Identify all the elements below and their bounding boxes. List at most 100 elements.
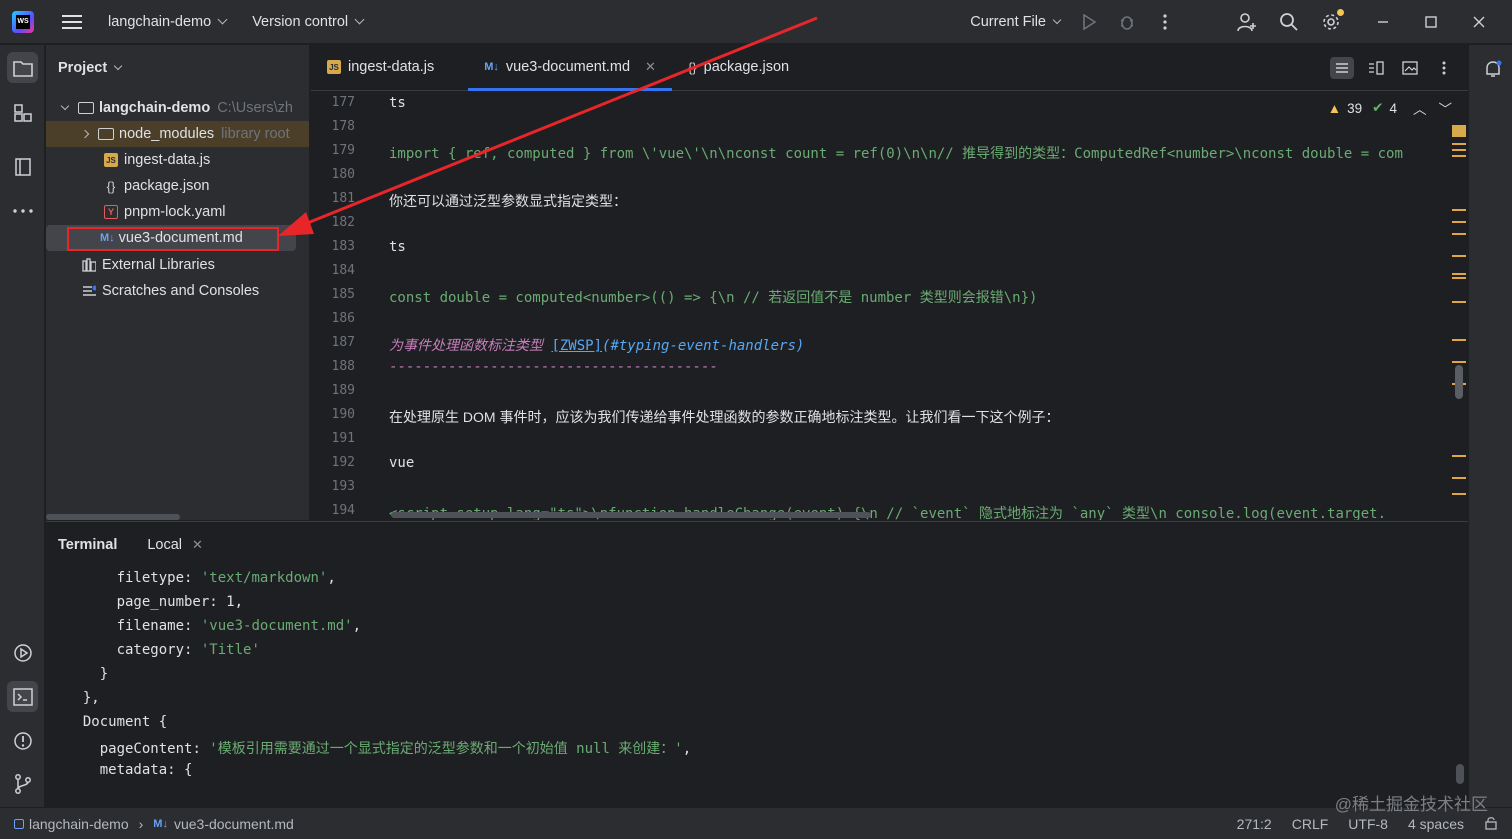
project-panel: Project langchain-demo C:\Users\zh node_…: [46, 45, 310, 520]
file-encoding[interactable]: UTF-8: [1348, 816, 1388, 832]
left-tool-strip: [0, 45, 45, 807]
services-icon[interactable]: [7, 637, 38, 668]
run-config-dropdown[interactable]: Current File: [970, 14, 1062, 30]
scroll-thumb[interactable]: [1455, 365, 1463, 399]
terminal-tab-local[interactable]: Local ✕: [147, 537, 203, 553]
webstorm-logo-icon: [12, 10, 34, 33]
tree-item-ingest-data[interactable]: JS ingest-data.js: [46, 147, 309, 173]
code-text: 在处理原生 DOM 事件时，应该为我们传递给事件处理函数的参数正确地标注类型。让…: [389, 409, 1060, 425]
minimize-icon[interactable]: [1372, 11, 1394, 33]
line-separator[interactable]: CRLF: [1292, 816, 1329, 832]
breadcrumb-separator-icon: ›: [138, 815, 144, 832]
terminal-panel: Terminal Local ✕ filetype: 'text/markdow…: [46, 521, 1468, 807]
structure-icon[interactable]: [7, 97, 38, 128]
project-folder-icon[interactable]: [7, 52, 38, 83]
tree-item-node-modules[interactable]: node_modules library root: [46, 121, 309, 147]
more-vertical-icon[interactable]: [1432, 57, 1456, 79]
stripe-marker: [1452, 209, 1466, 211]
code-content[interactable]: ts import { ref, computed } from \'vue\'…: [389, 91, 1449, 520]
close-tab-icon[interactable]: ✕: [192, 537, 203, 553]
line-number: 194: [331, 503, 355, 518]
folder-icon: [98, 128, 114, 140]
terminal-scroll-thumb[interactable]: [1456, 764, 1464, 784]
project-panel-header[interactable]: Project: [46, 45, 309, 91]
more-tools-icon[interactable]: [7, 195, 38, 226]
line-number: 179: [331, 143, 355, 158]
chevron-down-icon: [113, 61, 123, 71]
debug-icon[interactable]: [1116, 11, 1138, 33]
code-line: vue: [389, 455, 414, 471]
chevron-down-icon: [354, 14, 365, 25]
tab-package-json[interactable]: {} package.json: [672, 45, 805, 90]
line-number: 190: [331, 407, 355, 422]
editor-only-view-icon[interactable]: [1330, 57, 1354, 79]
tree-root-folder[interactable]: langchain-demo C:\Users\zh: [46, 95, 309, 121]
code-line: import { ref, computed } from \'vue\'\n\…: [389, 143, 1403, 163]
terminal-value: '模板引用需要通过一个显式指定的泛型参数和一个初始值 null 来创建：': [209, 741, 683, 757]
split-view-icon[interactable]: [1364, 57, 1388, 79]
editor-horizontal-scrollbar[interactable]: [391, 512, 871, 518]
indent-setting[interactable]: 4 spaces: [1408, 816, 1464, 832]
run-config-label: Current File: [970, 14, 1046, 30]
tab-ingest-data[interactable]: JS ingest-data.js: [311, 45, 468, 90]
notifications-bell-icon[interactable]: [1477, 53, 1508, 84]
tree-item-package-json[interactable]: {} package.json: [46, 173, 309, 199]
line-number-gutter: 177 178 179 180 181 182 183 184 185 186 187 188 189 1…: [311, 91, 371, 520]
terminal-trail: ,: [234, 594, 244, 610]
lock-icon[interactable]: [1484, 816, 1498, 833]
terminal-trail: ,: [327, 570, 336, 586]
add-user-icon[interactable]: [1236, 11, 1258, 33]
code-text: ---------------------------------------: [389, 359, 718, 375]
stripe-marker: [1452, 221, 1466, 223]
terminal-line: filename: 'vue3-document.md',: [66, 618, 361, 634]
horizontal-scrollbar[interactable]: [46, 514, 180, 520]
code-line: ts: [389, 95, 406, 111]
breadcrumb-file[interactable]: vue3-document.md: [174, 816, 294, 832]
code-line: ---------------------------------------: [389, 359, 718, 375]
stripe-marker: [1452, 301, 1466, 303]
project-switcher[interactable]: langchain-demo: [108, 14, 228, 30]
markdown-file-icon: M↓: [484, 61, 499, 73]
git-branch-icon[interactable]: [7, 768, 38, 799]
code-text: ts: [389, 239, 406, 255]
search-icon[interactable]: [1278, 11, 1300, 33]
run-icon[interactable]: [1078, 11, 1100, 33]
library-icon: [82, 258, 96, 272]
version-control-dropdown[interactable]: Version control: [252, 13, 365, 30]
status-bar: langchain-demo › M↓ vue3-document.md 271…: [0, 807, 1512, 839]
code-text: import { ref, computed } from \'vue\'\n\…: [389, 146, 1403, 162]
close-tab-icon[interactable]: ✕: [645, 59, 656, 75]
more-vertical-icon[interactable]: [1154, 11, 1176, 33]
error-stripe[interactable]: [1452, 125, 1466, 520]
stripe-marker: [1452, 477, 1466, 479]
js-file-icon: JS: [104, 153, 118, 167]
tab-vue3-document[interactable]: M↓ vue3-document.md ✕: [468, 45, 672, 91]
stripe-marker: [1452, 361, 1466, 363]
terminal-colon: :: [209, 594, 227, 610]
tree-item-scratches[interactable]: Scratches and Consoles: [46, 278, 309, 304]
caret-position[interactable]: 271:2: [1237, 816, 1272, 832]
tree-item-pnpm-lock[interactable]: Y pnpm-lock.yaml: [46, 199, 309, 225]
close-window-icon[interactable]: [1468, 11, 1490, 33]
editor-area: JS ingest-data.js M↓ vue3-document.md ✕ …: [311, 45, 1468, 520]
preview-view-icon[interactable]: [1398, 57, 1422, 79]
terminal-icon[interactable]: [7, 681, 38, 712]
bookmarks-icon[interactable]: [7, 151, 38, 182]
maximize-icon[interactable]: [1420, 11, 1442, 33]
vcs-label: Version control: [252, 13, 349, 30]
markdown-heading-text: 为事件处理函数标注类型: [389, 338, 552, 354]
settings-gear-icon[interactable]: [1320, 9, 1344, 33]
tree-item-external-libraries[interactable]: External Libraries: [46, 252, 309, 278]
stripe-marker: [1452, 273, 1466, 275]
tab-label: ingest-data.js: [348, 59, 435, 75]
terminal-colon: :: [192, 741, 210, 757]
main-menu-icon[interactable]: [62, 11, 82, 33]
terminal-value: 'text/markdown': [200, 570, 328, 586]
markdown-link-target[interactable]: (#typing-event-handlers): [602, 338, 804, 354]
breadcrumb-project[interactable]: langchain-demo: [29, 816, 129, 832]
project-panel-title: Project: [58, 60, 108, 76]
problems-icon[interactable]: [7, 725, 38, 756]
